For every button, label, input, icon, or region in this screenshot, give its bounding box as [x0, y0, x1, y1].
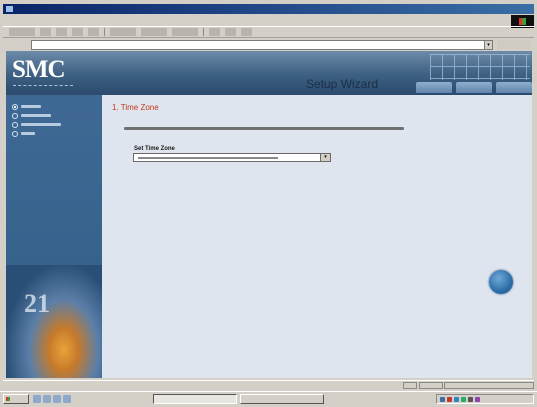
tray-app-icon[interactable] — [461, 397, 466, 402]
taskbar — [0, 391, 537, 407]
sidebar-item-finish[interactable] — [12, 129, 96, 138]
browser-icon — [6, 6, 13, 12]
search-button[interactable] — [110, 28, 136, 36]
edit-button[interactable] — [241, 28, 252, 36]
toolbar-divider — [104, 28, 105, 36]
refresh-button[interactable] — [72, 28, 83, 36]
stop-button[interactable] — [56, 28, 67, 36]
sidebar-item-parameter-setting[interactable] — [12, 120, 96, 129]
back-button[interactable] — [9, 28, 35, 36]
sidebar-item-label — [21, 123, 61, 126]
favorites-button[interactable] — [141, 28, 167, 36]
quick-launch-ie-icon[interactable] — [33, 395, 41, 403]
sidebar-item-label — [21, 105, 41, 108]
window-title-bar — [3, 4, 534, 14]
banner-grid-decoration — [430, 54, 530, 80]
taskbar-item-wizard[interactable] — [240, 394, 324, 404]
screen: ▾ SMC Setup Wizard 21 1. Time Zone Set T… — [0, 0, 537, 407]
sidebar-decorative-image — [6, 265, 102, 378]
time-zone-selected-value — [138, 157, 278, 159]
sidebar-item-label — [21, 114, 51, 117]
chevron-down-icon[interactable]: ▾ — [320, 154, 330, 161]
status-pane — [419, 382, 443, 389]
banner-tab-help[interactable] — [496, 82, 532, 93]
start-button[interactable] — [3, 394, 29, 404]
banner-title: Setup Wizard — [306, 77, 379, 91]
tray-app-icon[interactable] — [475, 397, 480, 402]
tray-ie-icon[interactable] — [454, 397, 459, 402]
step-radio-icon — [12, 103, 18, 110]
status-pane — [403, 382, 417, 389]
next-button[interactable] — [489, 270, 513, 294]
step-radio-icon — [12, 130, 18, 137]
sidebar-item-broadband-type[interactable] — [12, 111, 96, 120]
address-dropdown-icon[interactable]: ▾ — [484, 40, 493, 50]
step-radio-icon — [12, 112, 18, 119]
sidebar-decorative-numeral: 21 — [24, 289, 50, 318]
logo-tagline-decoration — [13, 85, 73, 89]
wizard-content: 1. Time Zone Set Time Zone ▾ — [102, 95, 532, 378]
quick-launch-outlook-icon[interactable] — [43, 395, 51, 403]
quick-launch-desktop-icon[interactable] — [53, 395, 61, 403]
wizard-banner: SMC Setup Wizard — [6, 51, 532, 95]
page-title: 1. Time Zone — [112, 103, 159, 112]
sidebar-item-label — [21, 132, 35, 135]
tray-network-icon[interactable] — [440, 397, 445, 402]
address-bar: ▾ — [3, 39, 534, 50]
address-input[interactable] — [31, 40, 485, 50]
browser-toolbar — [3, 26, 534, 38]
toolbar-divider — [203, 28, 204, 36]
page-description — [124, 127, 404, 130]
history-button[interactable] — [172, 28, 198, 36]
quick-launch-channels-icon[interactable] — [63, 395, 71, 403]
system-tray — [436, 394, 534, 404]
tray-security-icon[interactable] — [447, 397, 452, 402]
wizard-sidebar: 21 — [6, 95, 102, 378]
print-button[interactable] — [225, 28, 236, 36]
banner-tab-advanced[interactable] — [456, 82, 492, 93]
taskbar-item-browser[interactable] — [153, 394, 237, 404]
banner-tab-home[interactable] — [416, 82, 452, 93]
tray-volume-icon[interactable] — [468, 397, 473, 402]
banner-tabs — [416, 82, 532, 93]
home-button[interactable] — [88, 28, 99, 36]
security-zone — [444, 382, 534, 389]
status-bar — [3, 380, 534, 390]
go-button[interactable] — [497, 40, 531, 49]
sidebar-item-time-zone[interactable] — [12, 102, 96, 111]
time-zone-select[interactable]: ▾ — [133, 153, 331, 162]
smc-logo: SMC — [12, 56, 66, 83]
menu-bar — [3, 15, 508, 25]
step-radio-icon — [12, 121, 18, 128]
mail-button[interactable] — [209, 28, 220, 36]
forward-button[interactable] — [40, 28, 51, 36]
